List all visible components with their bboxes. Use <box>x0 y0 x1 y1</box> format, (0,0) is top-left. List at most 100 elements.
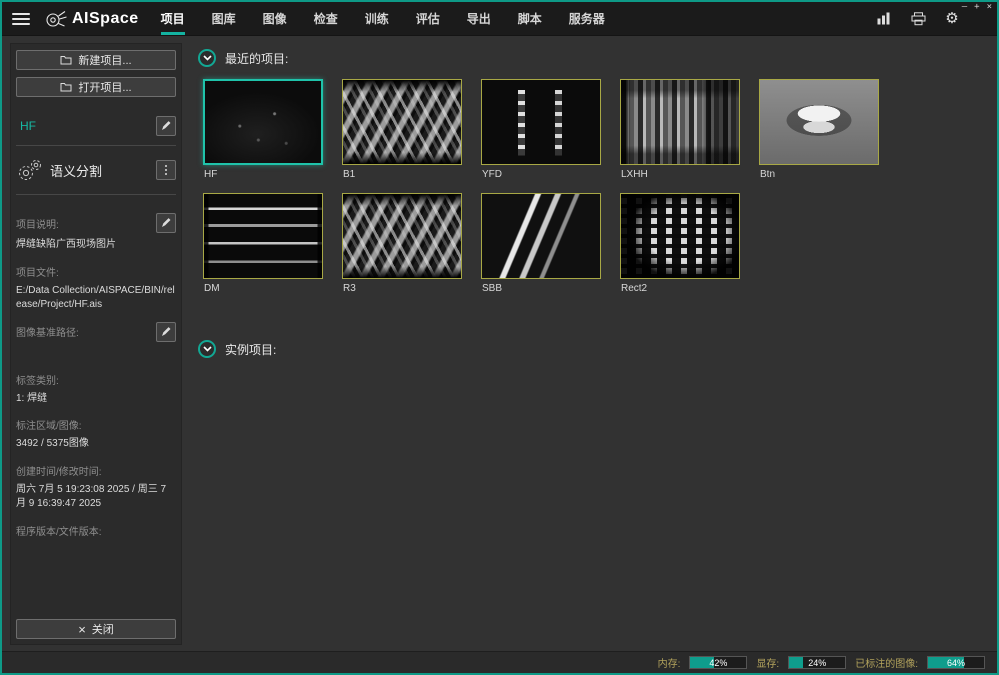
robot-gear-logo-icon <box>44 8 68 30</box>
project-thumbnail-btn[interactable]: Btn <box>759 79 879 180</box>
memory-label: 内存: <box>658 655 681 670</box>
annotated-progress-bar: 64% <box>927 656 985 669</box>
project-name: R3 <box>342 283 462 294</box>
pencil-icon <box>161 121 171 131</box>
project-name: B1 <box>342 169 462 180</box>
project-name: HF <box>203 169 323 180</box>
hamburger-menu-icon[interactable] <box>12 10 32 28</box>
minimize-button[interactable]: – <box>962 3 967 12</box>
open-project-button[interactable]: 打开项目... <box>16 77 176 97</box>
project-name: LXHH <box>620 169 740 180</box>
pencil-icon <box>161 218 171 228</box>
folder-icon <box>60 55 72 65</box>
x-icon: × <box>78 623 86 636</box>
project-name: Rect2 <box>620 283 740 294</box>
maximize-button[interactable]: + <box>974 3 979 12</box>
example-section-toggle-button[interactable] <box>198 340 216 358</box>
nav-tab-server[interactable]: 服务器 <box>569 2 605 35</box>
project-file-path: E:/Data Collection/AISPACE/BIN/release/P… <box>16 284 176 313</box>
edit-description-button[interactable] <box>156 213 176 233</box>
project-image-rect2[interactable] <box>620 193 740 279</box>
nav-tab-train[interactable]: 训练 <box>365 2 389 35</box>
project-thumbnail-b1[interactable]: B1 <box>342 79 462 180</box>
project-file-label: 项目文件: <box>16 264 176 279</box>
project-image-r3[interactable] <box>342 193 462 279</box>
recent-section-toggle-button[interactable] <box>198 49 216 67</box>
project-image-b1[interactable] <box>342 79 462 165</box>
time-label: 创建时间/修改时间: <box>16 463 176 478</box>
main-panel: 最近的项目: HF B1 YFD LXHH <box>188 36 997 651</box>
project-type-label: 语义分割 <box>50 161 150 180</box>
project-image-btn[interactable] <box>759 79 879 165</box>
chevron-down-icon <box>203 55 212 61</box>
project-image-dm[interactable] <box>203 193 323 279</box>
nav-tab-export[interactable]: 导出 <box>467 2 491 35</box>
top-bar: AISpace 项目 图库 图像 检查 训练 评估 导出 脚本 服务器 <box>2 2 997 36</box>
project-image-hf[interactable] <box>203 79 323 165</box>
status-bar: 内存: 42% 显存: 24% 已标注的图像: 64% <box>2 651 997 673</box>
new-project-label: 新建项目... <box>78 52 131 68</box>
nav-tab-project[interactable]: 项目 <box>161 2 185 35</box>
recent-projects-label: 最近的项目: <box>225 50 288 67</box>
project-sidebar: 新建项目... 打开项目... HF 语义分割 <box>10 43 182 645</box>
annotated-images-label: 已标注的图像: <box>855 655 918 670</box>
project-name: Btn <box>759 169 879 180</box>
annotated-label: 标注区域/图像: <box>16 417 176 432</box>
nav-tab-script[interactable]: 脚本 <box>518 2 542 35</box>
edit-project-name-button[interactable] <box>156 116 176 136</box>
category-value: 1: 焊缝 <box>16 392 176 407</box>
project-thumbnail-lxhh[interactable]: LXHH <box>620 79 740 180</box>
project-name: DM <box>203 283 323 294</box>
project-image-sbb[interactable] <box>481 193 601 279</box>
close-project-button[interactable]: × 关闭 <box>16 619 176 639</box>
bar-chart-icon[interactable] <box>875 10 893 28</box>
close-project-label: 关闭 <box>92 621 114 637</box>
edit-base-path-button[interactable] <box>156 322 176 342</box>
new-project-button[interactable]: 新建项目... <box>16 50 176 70</box>
vertical-dots-icon <box>165 165 167 175</box>
project-thumbnail-yfd[interactable]: YFD <box>481 79 601 180</box>
annotated-progress-text: 64% <box>928 657 984 668</box>
project-image-yfd[interactable] <box>481 79 601 165</box>
chevron-down-icon <box>203 346 212 352</box>
annotated-value: 3492 / 5375图像 <box>16 437 176 452</box>
printer-icon[interactable] <box>909 10 927 28</box>
nav-tab-image[interactable]: 图像 <box>263 2 287 35</box>
example-projects-label: 实例项目: <box>225 341 276 358</box>
project-thumbnail-hf[interactable]: HF <box>203 79 323 180</box>
description-value: 焊缝缺陷广西现场图片 <box>16 238 176 253</box>
content-area: 新建项目... 打开项目... HF 语义分割 <box>2 36 997 651</box>
project-thumbnail-rect2[interactable]: Rect2 <box>620 193 740 294</box>
main-nav: 项目 图库 图像 检查 训练 评估 导出 脚本 服务器 <box>161 2 605 35</box>
pencil-icon <box>161 327 171 337</box>
settings-gear-icon[interactable]: ⚙ <box>943 10 961 28</box>
close-window-button[interactable]: × <box>987 3 992 12</box>
project-thumbnail-sbb[interactable]: SBB <box>481 193 601 294</box>
nav-tab-gallery[interactable]: 图库 <box>212 2 236 35</box>
project-type-menu-button[interactable] <box>156 160 176 180</box>
version-label: 程序版本/文件版本: <box>16 523 176 538</box>
example-projects-header: 实例项目: <box>198 340 989 358</box>
topbar-actions: ⚙ <box>875 10 961 28</box>
project-thumbnail-dm[interactable]: DM <box>203 193 323 294</box>
description-label: 项目说明: <box>16 216 59 231</box>
memory-progress-text: 42% <box>690 657 746 668</box>
time-value: 周六 7月 5 19:23:08 2025 / 周三 7月 9 16:39:47… <box>16 483 176 512</box>
nav-tab-inspect[interactable]: 检查 <box>314 2 338 35</box>
base-path-label: 图像基准路径: <box>16 324 79 339</box>
app-window: – + × AISpace 项目 图库 图像 检查 训练 评估 导出 脚本 服务… <box>0 0 999 675</box>
category-label: 标签类别: <box>16 372 176 387</box>
project-name: SBB <box>481 283 601 294</box>
gpu-progress-text: 24% <box>789 657 845 668</box>
open-project-label: 打开项目... <box>78 79 131 95</box>
app-logo: AISpace <box>44 8 139 30</box>
recent-projects-grid: HF B1 YFD LXHH Btn <box>203 79 903 294</box>
project-thumbnail-r3[interactable]: R3 <box>342 193 462 294</box>
gears-icon <box>16 157 44 183</box>
current-project-name: HF <box>16 119 36 133</box>
folder-open-icon <box>60 82 72 92</box>
recent-projects-header: 最近的项目: <box>198 49 989 67</box>
project-image-lxhh[interactable] <box>620 79 740 165</box>
gpu-progress-bar: 24% <box>788 656 846 669</box>
nav-tab-evaluate[interactable]: 评估 <box>416 2 440 35</box>
